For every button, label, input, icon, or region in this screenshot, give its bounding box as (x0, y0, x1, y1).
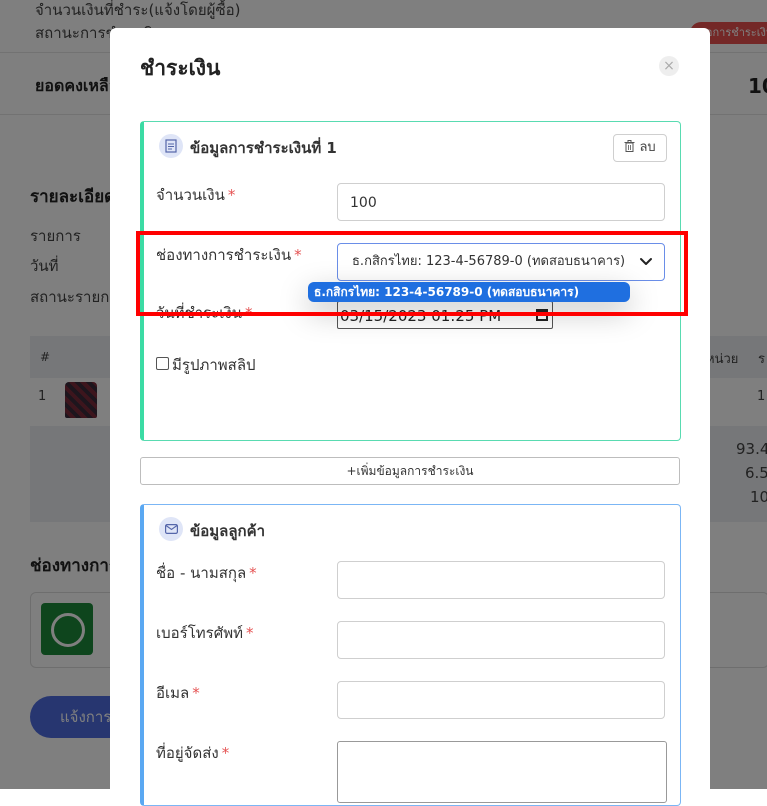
required-mark: * (221, 744, 230, 762)
required-mark: * (245, 304, 253, 322)
payment-channel-selected: ธ.กสิกรไทย: 123-4-56789-0 (ทดสอบธนาคาร) (352, 254, 626, 269)
trash-icon (624, 140, 635, 152)
required-mark: * (249, 564, 257, 582)
payment-channel-label: ช่องทางการชำระเงิน * (156, 246, 302, 264)
address-textarea[interactable] (337, 741, 667, 803)
phone-label: เบอร์โทรศัพท์ * (156, 624, 254, 642)
calendar-icon[interactable] (536, 309, 548, 321)
slip-checkbox[interactable] (156, 357, 169, 370)
name-input[interactable] (337, 561, 665, 599)
email-label: อีเมล * (156, 684, 200, 702)
required-mark: * (294, 246, 302, 264)
phone-input[interactable] (337, 621, 665, 659)
document-icon (159, 134, 183, 158)
payment-modal: ชำระเงิน × ข้อมูลการชำระเงินที่ 1 ลบ จำน… (110, 28, 710, 806)
required-mark: * (192, 684, 200, 702)
slip-checkbox-row[interactable]: มีรูปภาพสลิป (156, 353, 256, 377)
slip-checkbox-label: มีรูปภาพสลิป (172, 356, 256, 374)
add-payment-button[interactable]: +เพิ่มข้อมูลการชำระเงิน (140, 457, 680, 485)
required-mark: * (246, 624, 254, 642)
email-input[interactable] (337, 681, 665, 719)
amount-label: จำนวนเงิน * (156, 186, 236, 204)
close-icon[interactable]: × (659, 56, 679, 76)
name-label: ชื่อ - นามสกุล * (156, 564, 257, 582)
payment-date-value: 03/15/2023 01:25 PM (340, 307, 502, 325)
payment-section-title: ข้อมูลการชำระเงินที่ 1 (190, 139, 337, 157)
payment-date-input[interactable]: 03/15/2023 01:25 PM (337, 301, 553, 329)
delete-button-label: ลบ (639, 140, 656, 155)
customer-info-section: ข้อมูลลูกค้า ชื่อ - นามสกุล * เบอร์โทรศัพ… (140, 504, 681, 806)
modal-title: ชำระเงิน (140, 56, 221, 80)
address-label: ที่อยู่จัดส่ง * (156, 744, 230, 762)
chevron-down-icon (640, 258, 652, 265)
required-mark: * (227, 186, 236, 204)
payment-info-section: ข้อมูลการชำระเงินที่ 1 ลบ จำนวนเงิน * 100… (140, 121, 681, 441)
amount-input[interactable]: 100 (337, 183, 665, 221)
delete-button[interactable]: ลบ (613, 134, 667, 162)
dropdown-option[interactable]: ธ.กสิกรไทย: 123-4-56789-0 (ทดสอบธนาคาร) (308, 282, 630, 302)
customer-section-title: ข้อมูลลูกค้า (190, 522, 266, 540)
payment-channel-select[interactable]: ธ.กสิกรไทย: 123-4-56789-0 (ทดสอบธนาคาร) (337, 243, 665, 281)
payment-date-label: วันที่ชำระเงิน * (156, 304, 253, 322)
mail-icon (159, 517, 183, 541)
